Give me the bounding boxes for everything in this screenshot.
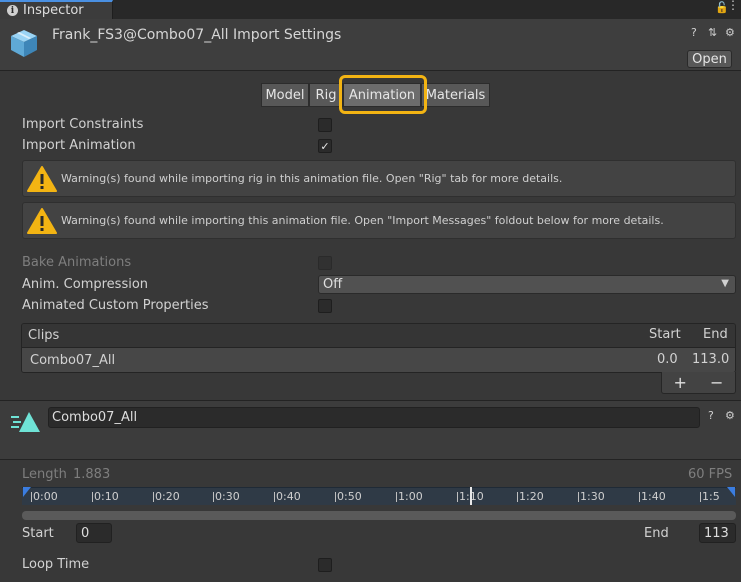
import-warning-text: Warning(s) found while importing this an… bbox=[61, 214, 664, 227]
timeline-tick-label: 0:00 bbox=[33, 490, 58, 503]
tab-inspector-label: Inspector bbox=[23, 3, 84, 18]
timeline-tick-label: 0:30 bbox=[215, 490, 240, 503]
end-frame-field[interactable]: 113 bbox=[699, 523, 736, 543]
start-marker-icon[interactable] bbox=[23, 487, 31, 497]
help-icon[interactable]: ? bbox=[691, 26, 697, 39]
clip-row-end: 113.0 bbox=[692, 352, 730, 367]
open-button[interactable]: Open bbox=[687, 50, 732, 68]
import-constraints-checkbox[interactable] bbox=[318, 118, 332, 132]
clips-list: Clips Start End Combo07_All 0.0 113.0 bbox=[21, 323, 736, 373]
import-animation-checkbox[interactable]: ✓ bbox=[318, 139, 332, 153]
timeline-tick-mark bbox=[457, 492, 458, 502]
timeline-tick-label: 1:00 bbox=[398, 490, 423, 503]
end-frame-value: 113 bbox=[704, 525, 729, 541]
tab-materials[interactable]: Materials bbox=[421, 83, 490, 107]
timeline-tick-mark bbox=[274, 492, 275, 502]
clips-header-name: Clips bbox=[28, 328, 60, 343]
timeline-tick-mark bbox=[700, 492, 701, 502]
clips-header-end: End bbox=[703, 327, 728, 342]
anim-compression-label: Anim. Compression bbox=[22, 277, 149, 292]
asset-title: Frank_FS3@Combo07_All Import Settings bbox=[52, 27, 342, 43]
tab-rig[interactable]: Rig bbox=[309, 83, 343, 107]
clip-row-start: 0.0 bbox=[657, 352, 678, 367]
anim-compression-value: Off bbox=[323, 277, 343, 292]
start-label: Start bbox=[22, 526, 54, 541]
settings-icon[interactable]: ⚙ bbox=[725, 26, 735, 39]
clip-settings-icon[interactable]: ⚙ bbox=[725, 409, 735, 422]
clip-add-remove: + − bbox=[661, 372, 736, 394]
clip-name-value: Combo07_All bbox=[52, 410, 138, 425]
dropdown-arrow-icon: ▼ bbox=[721, 278, 729, 289]
fps-value: 60 FPS bbox=[688, 467, 733, 482]
model-asset-icon bbox=[11, 30, 37, 57]
loop-time-checkbox[interactable] bbox=[318, 558, 332, 572]
tab-inspector[interactable]: i Inspector bbox=[0, 0, 113, 19]
clips-header: Clips Start End bbox=[22, 324, 735, 348]
import-warning-box: Warning(s) found while importing this an… bbox=[22, 202, 736, 239]
animated-custom-properties-checkbox[interactable] bbox=[318, 299, 332, 313]
timeline-tick-label: 0:40 bbox=[276, 490, 301, 503]
end-label: End bbox=[644, 526, 669, 541]
import-animation-label: Import Animation bbox=[22, 138, 136, 153]
animation-tab-highlight bbox=[339, 75, 427, 114]
info-icon: i bbox=[7, 5, 18, 16]
start-frame-value: 0 bbox=[81, 525, 90, 541]
timeline-tick-label: 0:10 bbox=[94, 490, 119, 503]
timeline-tick-label: 1:5 bbox=[702, 490, 720, 503]
loop-time-label: Loop Time bbox=[22, 557, 90, 572]
rig-warning-text: Warning(s) found while importing rig in … bbox=[61, 172, 563, 185]
clip-row-name: Combo07_All bbox=[30, 353, 116, 368]
warning-icon bbox=[27, 207, 57, 234]
timeline-tick-mark bbox=[578, 492, 579, 502]
animated-custom-properties-label: Animated Custom Properties bbox=[22, 298, 209, 313]
anim-compression-dropdown[interactable]: Off ▼ bbox=[318, 275, 736, 294]
timeline-tick-mark bbox=[396, 492, 397, 502]
import-constraints-label: Import Constraints bbox=[22, 117, 144, 132]
tab-model[interactable]: Model bbox=[261, 83, 309, 107]
length-value: 1.883 bbox=[73, 467, 111, 482]
animation-clip-icon bbox=[11, 412, 40, 432]
clips-header-start: Start bbox=[649, 327, 681, 342]
clip-help-icon[interactable]: ? bbox=[708, 409, 714, 422]
timeline-tick-label: 1:30 bbox=[580, 490, 605, 503]
timeline-tick-mark bbox=[517, 492, 518, 502]
timeline-tick-mark bbox=[213, 492, 214, 502]
presets-icon[interactable]: ⇅ bbox=[708, 26, 717, 39]
timeline-tick-mark bbox=[639, 492, 640, 502]
timeline-tick-mark bbox=[92, 492, 93, 502]
timeline-scrollbar[interactable] bbox=[22, 511, 736, 520]
timeline-tick-label: 0:20 bbox=[155, 490, 180, 503]
bake-animations-checkbox bbox=[318, 256, 332, 270]
timeline-ruler[interactable] bbox=[22, 487, 736, 505]
start-frame-field[interactable]: 0 bbox=[76, 523, 112, 543]
timeline-tick-label: 1:40 bbox=[641, 490, 666, 503]
add-clip-button[interactable]: + bbox=[674, 373, 687, 392]
timeline-tick-mark bbox=[31, 492, 32, 502]
more-options-icon[interactable]: ⋮ bbox=[727, 0, 739, 11]
timeline-tick-label: 0:50 bbox=[337, 490, 362, 503]
clip-row[interactable]: Combo07_All 0.0 113.0 bbox=[22, 348, 735, 372]
warning-icon bbox=[27, 165, 57, 192]
bake-animations-label: Bake Animations bbox=[22, 255, 132, 270]
timeline-tick-label: 1:20 bbox=[519, 490, 544, 503]
clip-name-field[interactable]: Combo07_All bbox=[48, 407, 700, 428]
length-label: Length bbox=[22, 467, 67, 482]
timeline-tick-mark bbox=[335, 492, 336, 502]
timeline-tick-mark bbox=[153, 492, 154, 502]
end-marker-icon[interactable] bbox=[727, 487, 735, 497]
remove-clip-button[interactable]: − bbox=[710, 373, 723, 392]
section-divider bbox=[0, 459, 741, 460]
playhead[interactable] bbox=[470, 487, 472, 505]
rig-warning-box: Warning(s) found while importing rig in … bbox=[22, 160, 736, 197]
